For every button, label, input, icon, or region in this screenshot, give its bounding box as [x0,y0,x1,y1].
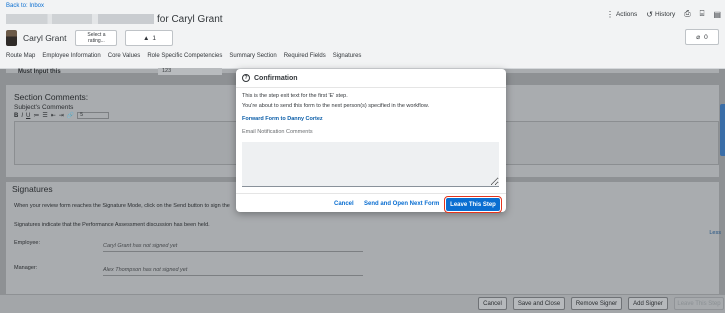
manager-signature-status: Alex Thompson has not signed yet [103,267,363,276]
dialog-header: ? Confirmation [236,69,506,88]
underline-icon[interactable]: U [26,113,30,119]
email-comments-field[interactable] [242,142,499,187]
form-title-text: for Caryl Grant [157,13,223,25]
footer-cancel-button[interactable]: Cancel [478,297,507,310]
history-label: History [654,10,676,18]
numbered-list-icon[interactable]: ☰ [42,112,47,119]
form-title: for Caryl Grant [6,12,223,26]
more-vertical-icon: ⋮ [605,9,614,19]
manager-label: Manager: [14,265,38,271]
footer-leave-step-button[interactable]: Leave This Step [674,297,724,310]
leave-this-step-button[interactable]: Leave This Step [444,196,502,213]
header-toolbar: ⋮ Actions ↺ History ⎙ ⌸ ▤ [606,9,721,19]
font-size-select[interactable]: 5 [77,112,110,119]
avatar [6,30,17,46]
tab-required-fields[interactable]: Required Fields [284,53,326,59]
side-panel-handle[interactable] [720,104,725,156]
save-icon[interactable]: ▤ [713,10,721,19]
dialog-body: This is the step exit text for the first… [242,93,500,135]
history-button[interactable]: ↺ History [646,10,675,19]
rating-line-2: rating... [88,37,105,44]
tab-route-map[interactable]: Route Map [6,53,35,59]
tab-core-values[interactable]: Core Values [108,53,141,59]
send-and-open-next-form-button[interactable]: Send and Open Next Form [364,201,439,207]
send-confirmation-text: You're about to send this form to the ne… [242,103,430,109]
confirmation-dialog: ? Confirmation This is the step exit tex… [236,69,506,213]
tab-role-specific-competencies[interactable]: Role Specific Competencies [147,53,222,59]
must-input-label: Must Input this [18,69,61,75]
attachment-count: 0 [704,33,708,41]
subjects-comments-label: Subject's Comments [14,104,74,111]
employee-label: Employee: [14,240,40,246]
subject-row: Caryl Grant Select a rating... ▲ 1 ⌀ 0 [6,29,719,47]
form-header: Back to: Inbox for Caryl Grant ⋮ Actions … [0,0,725,69]
section-comments-title: Section Comments: [14,92,89,102]
actions-menu[interactable]: ⋮ Actions [606,10,637,19]
email-comments-label: Email Notification Comments [242,129,313,135]
bold-icon[interactable]: B [14,113,18,119]
italic-icon[interactable]: I [21,113,23,119]
tab-signatures[interactable]: Signatures [333,53,362,59]
select-rating-button[interactable]: Select a rating... [75,30,118,46]
history-icon: ↺ [646,9,653,19]
actions-label: Actions [615,10,638,18]
indent-icon[interactable]: ⇥ [59,112,64,119]
tab-summary-section[interactable]: Summary Section [229,53,276,59]
subject-name: Caryl Grant [23,33,67,43]
employee-signature-status: Caryl Grant has not signed yet [103,243,363,252]
attachments-button[interactable]: ⌀ 0 [685,29,719,45]
outdent-icon[interactable]: ⇤ [51,112,56,119]
save-and-close-button[interactable]: Save and Close [513,297,565,310]
warning-icon: ▲ [142,34,150,42]
must-input-field[interactable]: 123 [158,68,222,75]
org-chart-icon[interactable]: ⌸ [700,9,705,19]
forward-recipient-text: Forward Form to Danny Cortez [242,116,323,122]
signatures-note: Signatures indicate that the Performance… [14,222,210,228]
add-signer-button[interactable]: Add Signer [628,297,668,310]
rich-text-toolbar: B I U ≔ ☰ ⇤ ⇥ 🔗 5 [14,112,110,119]
print-icon[interactable]: ⎙ [684,9,690,19]
paperclip-icon: ⌀ [696,34,701,41]
dialog-footer: Cancel Send and Open Next Form Leave Thi… [236,193,506,213]
less-link[interactable]: Less [709,230,721,236]
section-nav: Route Map Employee Information Core Valu… [6,53,361,59]
dialog-cancel-button[interactable]: Cancel [334,201,354,207]
question-icon: ? [242,74,250,82]
tab-employee-information[interactable]: Employee Information [42,53,100,59]
alerts-button[interactable]: ▲ 1 [125,30,174,46]
signatures-title: Signatures [12,184,53,194]
signatures-info: When your review form reaches the Signat… [14,203,230,209]
remove-signer-button[interactable]: Remove Signer [571,297,622,310]
back-to-inbox-link[interactable]: Back to: Inbox [6,3,44,9]
alert-count: 1 [152,34,156,42]
bullet-list-icon[interactable]: ≔ [33,112,39,119]
redacted-title-block [6,14,154,24]
step-exit-text: This is the step exit text for the first… [242,93,348,99]
link-icon[interactable]: 🔗 [67,112,74,119]
dialog-title: Confirmation [254,74,298,82]
